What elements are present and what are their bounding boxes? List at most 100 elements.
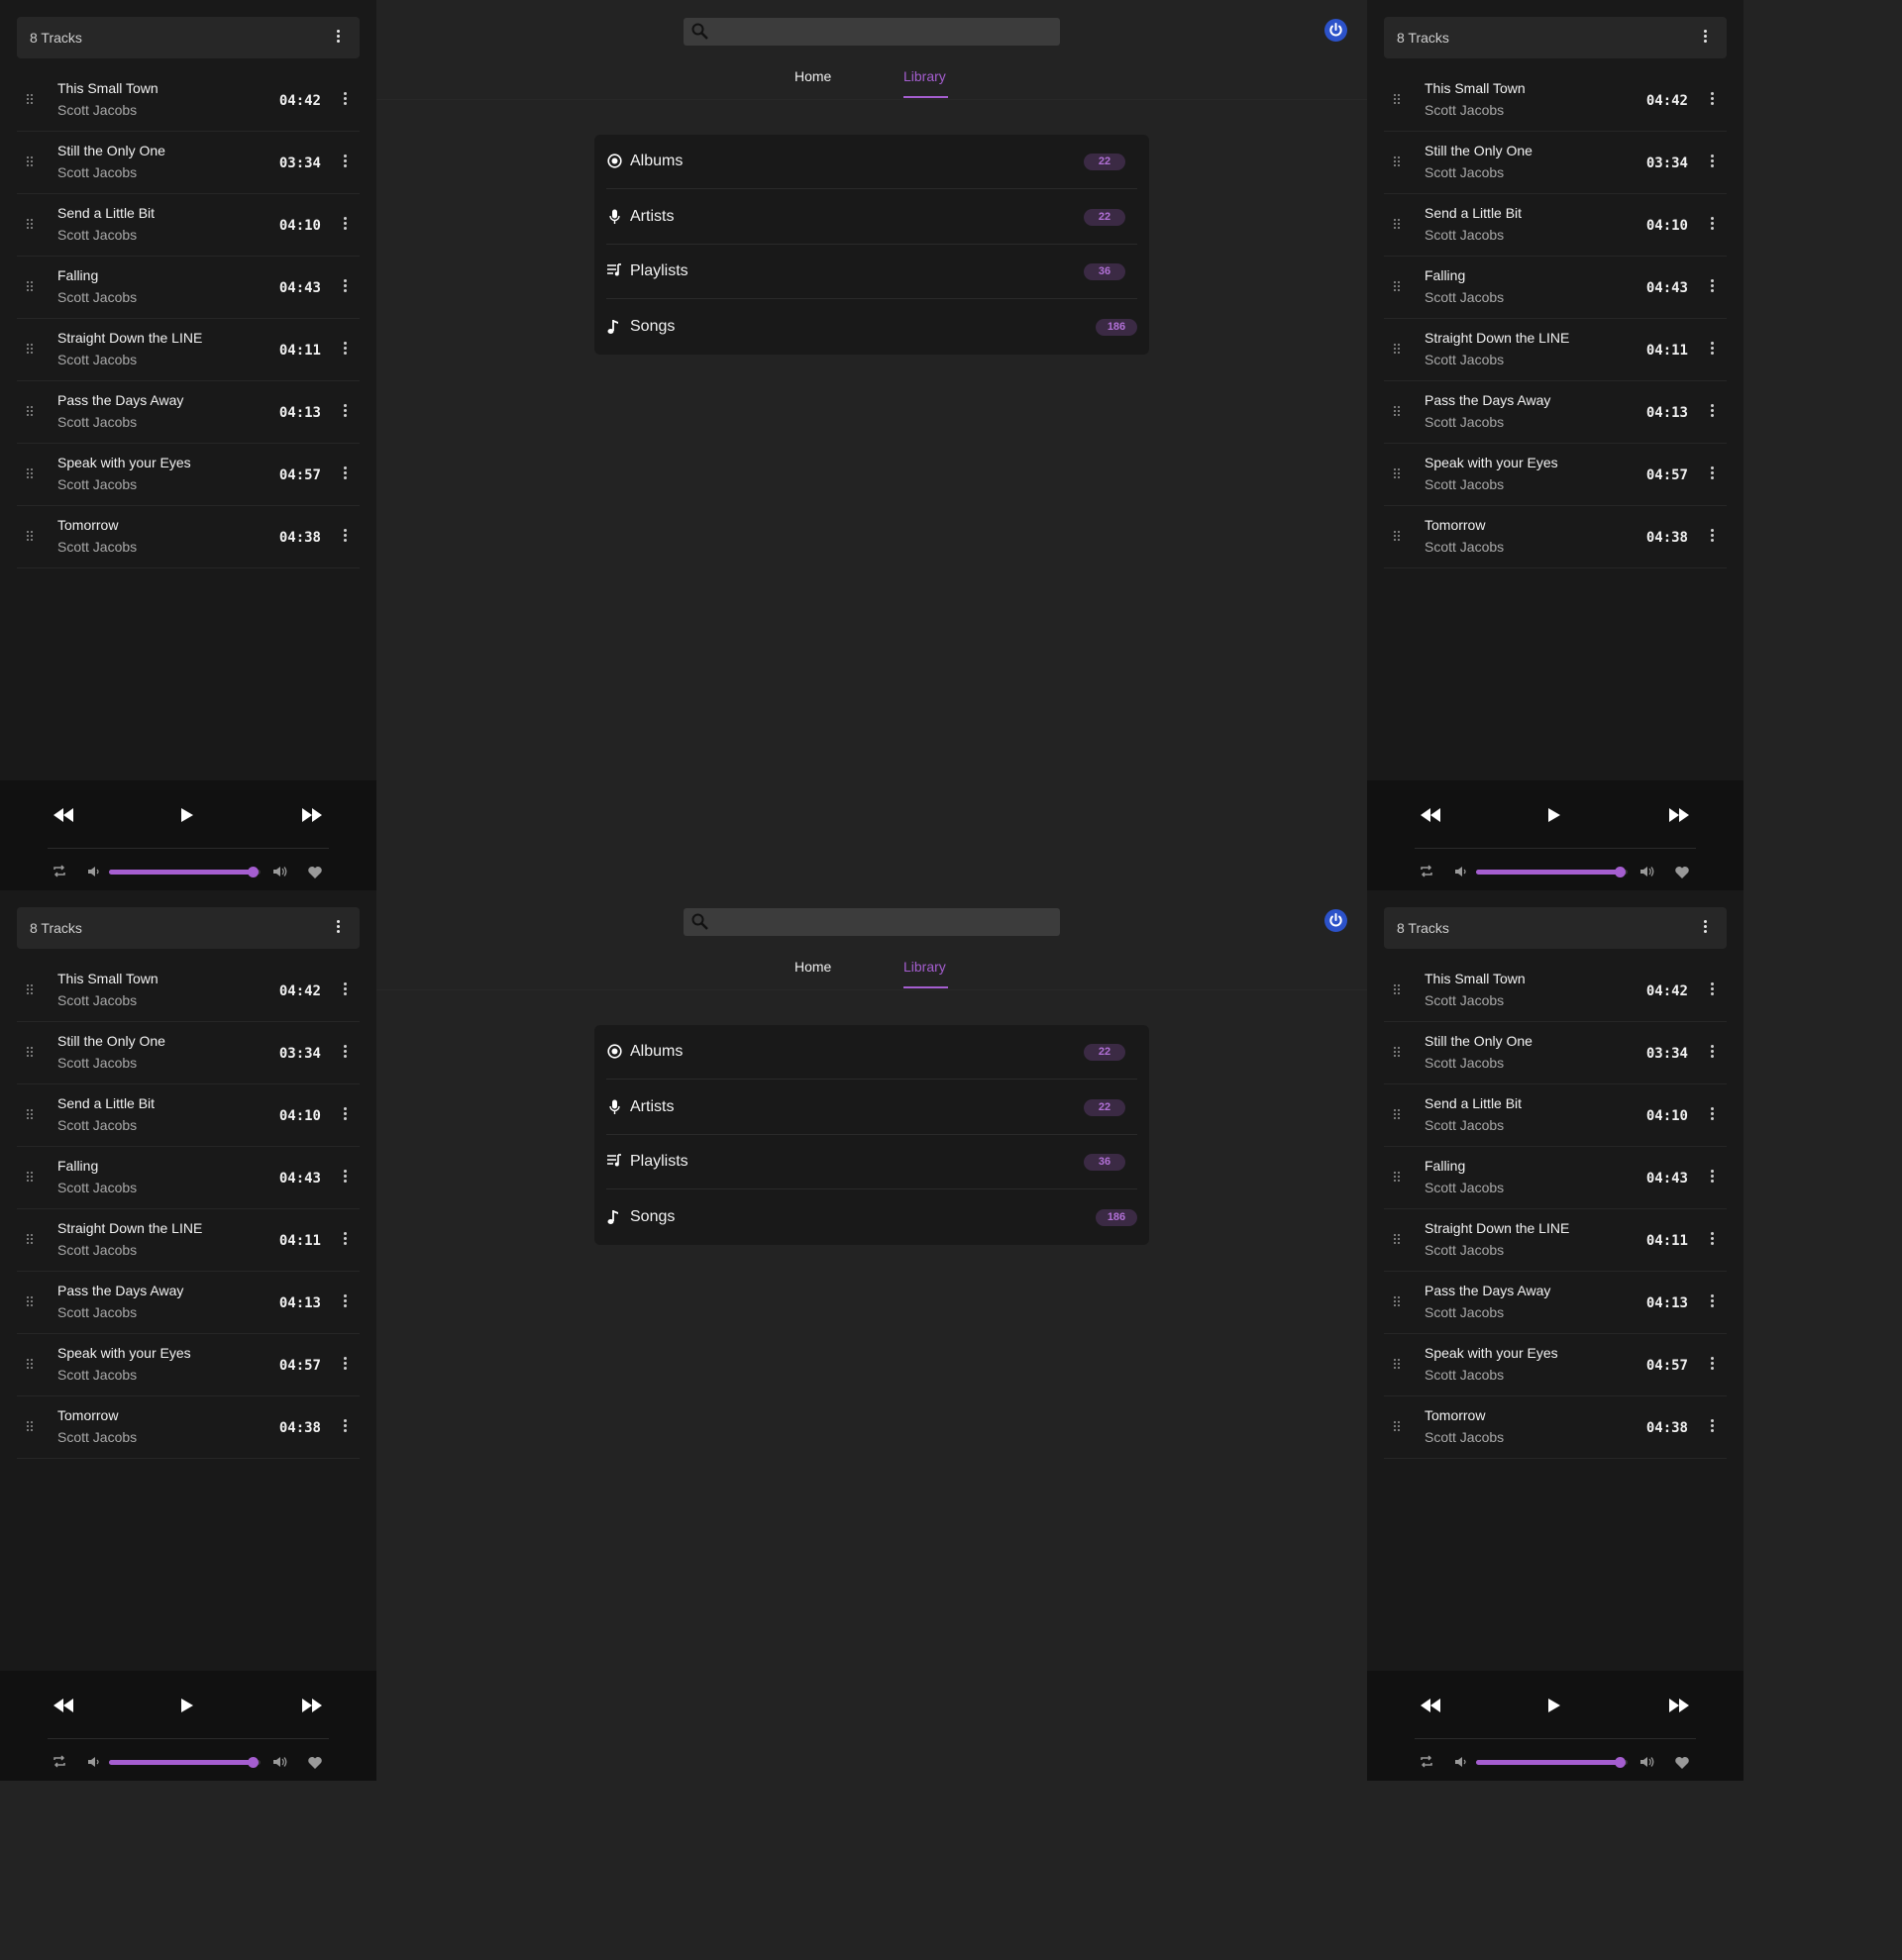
drag-handle-icon[interactable] xyxy=(1394,1421,1402,1433)
volume-low-icon[interactable] xyxy=(1455,1756,1467,1768)
track-menu-icon[interactable] xyxy=(1706,153,1718,172)
drag-handle-icon[interactable] xyxy=(27,1047,35,1059)
volume-slider[interactable] xyxy=(1476,1757,1628,1768)
rewind-icon[interactable] xyxy=(1421,1699,1440,1712)
library-item-albums[interactable]: Albums 22 xyxy=(606,1025,1137,1080)
panel-menu-icon[interactable] xyxy=(1697,28,1713,48)
drag-handle-icon[interactable] xyxy=(1394,1172,1402,1184)
track-menu-icon[interactable] xyxy=(339,277,351,297)
drag-handle-icon[interactable] xyxy=(27,1109,35,1121)
fast-forward-icon[interactable] xyxy=(1669,808,1689,822)
drag-handle-icon[interactable] xyxy=(27,1296,35,1308)
volume-slider[interactable] xyxy=(1476,867,1628,877)
track-row[interactable]: Speak with your Eyes Scott Jacobs 04:57 xyxy=(17,444,360,506)
track-row[interactable]: Pass the Days Away Scott Jacobs 04:13 xyxy=(1384,381,1727,444)
track-menu-icon[interactable] xyxy=(1706,980,1718,1000)
drag-handle-icon[interactable] xyxy=(1394,344,1402,356)
track-menu-icon[interactable] xyxy=(1706,340,1718,360)
search-bar[interactable] xyxy=(684,908,1060,936)
volume-slider-handle[interactable] xyxy=(1615,1757,1627,1768)
track-row[interactable]: Straight Down the LINE Scott Jacobs 04:11 xyxy=(17,319,360,381)
drag-handle-icon[interactable] xyxy=(1394,984,1402,996)
track-menu-icon[interactable] xyxy=(339,1417,351,1437)
track-menu-icon[interactable] xyxy=(339,1355,351,1375)
drag-handle-icon[interactable] xyxy=(27,156,35,168)
volume-high-icon[interactable] xyxy=(273,1756,287,1768)
track-menu-icon[interactable] xyxy=(1706,1417,1718,1437)
heart-icon[interactable] xyxy=(1675,866,1689,878)
track-row[interactable]: This Small Town Scott Jacobs 04:42 xyxy=(1384,69,1727,132)
library-item-songs[interactable]: Songs 186 xyxy=(594,300,1149,355)
track-row[interactable]: Speak with your Eyes Scott Jacobs 04:57 xyxy=(1384,444,1727,506)
track-menu-icon[interactable] xyxy=(1706,1355,1718,1375)
volume-high-icon[interactable] xyxy=(1640,1756,1654,1768)
track-row[interactable]: Straight Down the LINE Scott Jacobs 04:11 xyxy=(1384,1209,1727,1272)
track-row[interactable]: Straight Down the LINE Scott Jacobs 04:11 xyxy=(17,1209,360,1272)
track-row[interactable]: Falling Scott Jacobs 04:43 xyxy=(1384,257,1727,319)
library-item-playlists[interactable]: Playlists 36 xyxy=(606,1135,1137,1189)
repeat-icon[interactable] xyxy=(1420,1755,1433,1768)
volume-slider-handle[interactable] xyxy=(248,1757,260,1768)
tab-library[interactable]: Library xyxy=(903,68,946,84)
drag-handle-icon[interactable] xyxy=(1394,1234,1402,1246)
rewind-icon[interactable] xyxy=(1421,808,1440,822)
track-row[interactable]: Still the Only One Scott Jacobs 03:34 xyxy=(17,1022,360,1084)
drag-handle-icon[interactable] xyxy=(27,219,35,231)
track-row[interactable]: This Small Town Scott Jacobs 04:42 xyxy=(17,69,360,132)
track-menu-icon[interactable] xyxy=(339,1230,351,1250)
fast-forward-icon[interactable] xyxy=(302,1699,322,1712)
track-menu-icon[interactable] xyxy=(339,90,351,110)
drag-handle-icon[interactable] xyxy=(27,344,35,356)
volume-high-icon[interactable] xyxy=(1640,866,1654,877)
drag-handle-icon[interactable] xyxy=(27,94,35,106)
volume-high-icon[interactable] xyxy=(273,866,287,877)
drag-handle-icon[interactable] xyxy=(27,1421,35,1433)
track-row[interactable]: This Small Town Scott Jacobs 04:42 xyxy=(17,960,360,1022)
track-menu-icon[interactable] xyxy=(1706,1105,1718,1125)
repeat-icon[interactable] xyxy=(53,865,66,877)
search-input[interactable] xyxy=(717,22,1044,42)
track-menu-icon[interactable] xyxy=(1706,277,1718,297)
drag-handle-icon[interactable] xyxy=(1394,1296,1402,1308)
drag-handle-icon[interactable] xyxy=(1394,531,1402,543)
track-row[interactable]: Send a Little Bit Scott Jacobs 04:10 xyxy=(1384,1084,1727,1147)
track-menu-icon[interactable] xyxy=(339,1168,351,1187)
track-menu-icon[interactable] xyxy=(339,215,351,235)
fast-forward-icon[interactable] xyxy=(1669,1699,1689,1712)
drag-handle-icon[interactable] xyxy=(1394,156,1402,168)
play-icon[interactable] xyxy=(181,808,193,822)
track-menu-icon[interactable] xyxy=(339,1292,351,1312)
track-row[interactable]: Still the Only One Scott Jacobs 03:34 xyxy=(1384,1022,1727,1084)
track-menu-icon[interactable] xyxy=(339,340,351,360)
track-menu-icon[interactable] xyxy=(1706,402,1718,422)
play-icon[interactable] xyxy=(1548,1699,1560,1712)
tab-home[interactable]: Home xyxy=(794,959,831,975)
track-menu-icon[interactable] xyxy=(1706,1043,1718,1063)
library-item-artists[interactable]: Artists 22 xyxy=(606,190,1137,245)
track-row[interactable]: Pass the Days Away Scott Jacobs 04:13 xyxy=(17,381,360,444)
rewind-icon[interactable] xyxy=(53,1699,73,1712)
track-row[interactable]: Falling Scott Jacobs 04:43 xyxy=(1384,1147,1727,1209)
track-row[interactable]: Send a Little Bit Scott Jacobs 04:10 xyxy=(17,1084,360,1147)
volume-slider-handle[interactable] xyxy=(248,867,260,877)
track-menu-icon[interactable] xyxy=(1706,1292,1718,1312)
drag-handle-icon[interactable] xyxy=(1394,468,1402,480)
search-bar[interactable] xyxy=(684,18,1060,46)
drag-handle-icon[interactable] xyxy=(1394,281,1402,293)
track-row[interactable]: Speak with your Eyes Scott Jacobs 04:57 xyxy=(17,1334,360,1396)
drag-handle-icon[interactable] xyxy=(1394,1109,1402,1121)
repeat-icon[interactable] xyxy=(53,1755,66,1768)
library-item-albums[interactable]: Albums 22 xyxy=(606,135,1137,189)
volume-low-icon[interactable] xyxy=(1455,866,1467,877)
track-row[interactable]: Tomorrow Scott Jacobs 04:38 xyxy=(17,1396,360,1459)
track-menu-icon[interactable] xyxy=(339,1043,351,1063)
library-item-artists[interactable]: Artists 22 xyxy=(606,1081,1137,1135)
track-row[interactable]: Pass the Days Away Scott Jacobs 04:13 xyxy=(1384,1272,1727,1334)
rewind-icon[interactable] xyxy=(53,808,73,822)
track-menu-icon[interactable] xyxy=(339,402,351,422)
track-menu-icon[interactable] xyxy=(1706,527,1718,547)
track-row[interactable]: Still the Only One Scott Jacobs 03:34 xyxy=(1384,132,1727,194)
track-menu-icon[interactable] xyxy=(339,1105,351,1125)
track-row[interactable]: Tomorrow Scott Jacobs 04:38 xyxy=(1384,1396,1727,1459)
power-button[interactable] xyxy=(1324,909,1347,932)
